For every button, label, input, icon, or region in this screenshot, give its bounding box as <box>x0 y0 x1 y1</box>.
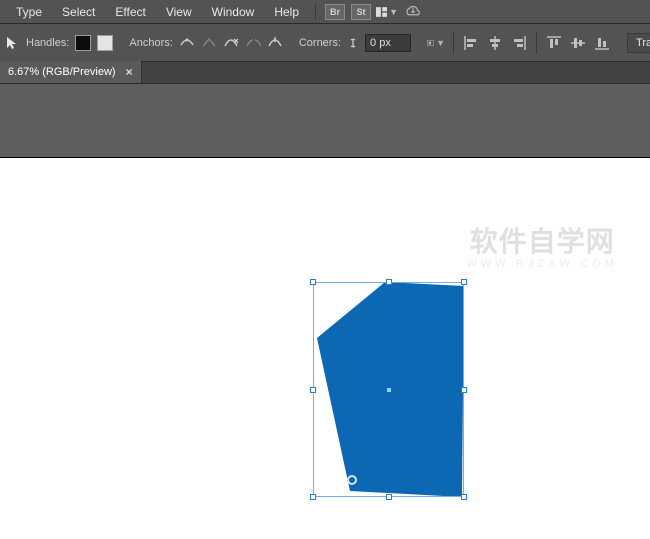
live-corner-widget[interactable] <box>347 475 357 485</box>
corners-label: Corners: <box>299 37 341 49</box>
convert-anchor-corner-button[interactable] <box>201 33 217 53</box>
selected-shape[interactable] <box>313 282 464 497</box>
anchors-label: Anchors: <box>129 37 172 49</box>
remove-anchor-button[interactable] <box>223 33 239 53</box>
stock-icon: St <box>351 4 371 20</box>
pasteboard-area <box>0 84 650 158</box>
chevron-down-icon: ▼ <box>389 7 398 17</box>
handle-stroke-swatch[interactable] <box>97 33 113 53</box>
align-hcenter-button[interactable] <box>486 34 504 52</box>
bridge-icon: Br <box>325 4 345 20</box>
watermark-title: 软件自学网 <box>466 220 618 260</box>
options-bar: Handles: Anchors: Corners: ▼ Transf <box>0 24 650 62</box>
corner-radius-input[interactable] <box>365 34 411 52</box>
resize-handle-tm[interactable] <box>386 279 392 285</box>
align-group: ▼ <box>427 32 611 54</box>
watermark: 软件自学网 WWW.RJZXW.COM <box>466 220 618 270</box>
align-to-button[interactable]: ▼ <box>427 34 445 52</box>
resize-handle-bm[interactable] <box>386 494 392 500</box>
menu-help[interactable]: Help <box>264 0 309 24</box>
align-right-button[interactable] <box>510 34 528 52</box>
direct-selection-tool-icon[interactable] <box>4 32 20 54</box>
menu-window[interactable]: Window <box>202 0 265 24</box>
document-tab-bar: 6.67% (RGB/Preview) × <box>0 62 650 84</box>
connect-anchor-button[interactable] <box>245 33 261 53</box>
transform-button[interactable]: Transform <box>627 33 650 53</box>
menu-bar: Type Select Effect View Window Help Br S… <box>0 0 650 24</box>
artboard[interactable]: 软件自学网 WWW.RJZXW.COM <box>0 158 650 539</box>
cloud-sync-icon <box>404 5 422 19</box>
menu-effect[interactable]: Effect <box>105 0 155 24</box>
watermark-url: WWW.RJZXW.COM <box>466 258 618 270</box>
menu-type[interactable]: Type <box>6 0 52 24</box>
arrange-documents-icon <box>376 5 387 19</box>
resize-handle-mr[interactable] <box>461 387 467 393</box>
bridge-button[interactable]: Br <box>324 2 346 22</box>
resize-handle-tl[interactable] <box>310 279 316 285</box>
menu-view[interactable]: View <box>156 0 202 24</box>
handle-fill-swatch[interactable] <box>75 33 91 53</box>
convert-anchor-smooth-button[interactable] <box>179 33 195 53</box>
corner-link-toggle[interactable] <box>347 36 359 50</box>
resize-handle-ml[interactable] <box>310 387 316 393</box>
menu-separator <box>315 4 316 20</box>
menu-select[interactable]: Select <box>52 0 105 24</box>
sync-settings-button[interactable] <box>402 2 424 22</box>
resize-handle-br[interactable] <box>461 494 467 500</box>
align-top-button[interactable] <box>545 34 563 52</box>
chevron-down-icon: ▼ <box>436 38 445 48</box>
cut-path-button[interactable] <box>267 33 283 53</box>
resize-handle-tr[interactable] <box>461 279 467 285</box>
align-separator <box>453 32 454 54</box>
document-tab-title: 6.67% (RGB/Preview) <box>8 66 116 78</box>
align-vcenter-button[interactable] <box>569 34 587 52</box>
align-left-button[interactable] <box>462 34 480 52</box>
resize-handle-bl[interactable] <box>310 494 316 500</box>
handles-label: Handles: <box>26 37 69 49</box>
close-tab-button[interactable]: × <box>126 65 133 79</box>
arrange-documents-button[interactable]: ▼ <box>376 2 398 22</box>
align-bottom-button[interactable] <box>593 34 611 52</box>
selection-center-point[interactable] <box>387 388 391 392</box>
document-tab[interactable]: 6.67% (RGB/Preview) × <box>0 61 142 83</box>
align-separator-2 <box>536 32 537 54</box>
stock-button[interactable]: St <box>350 2 372 22</box>
